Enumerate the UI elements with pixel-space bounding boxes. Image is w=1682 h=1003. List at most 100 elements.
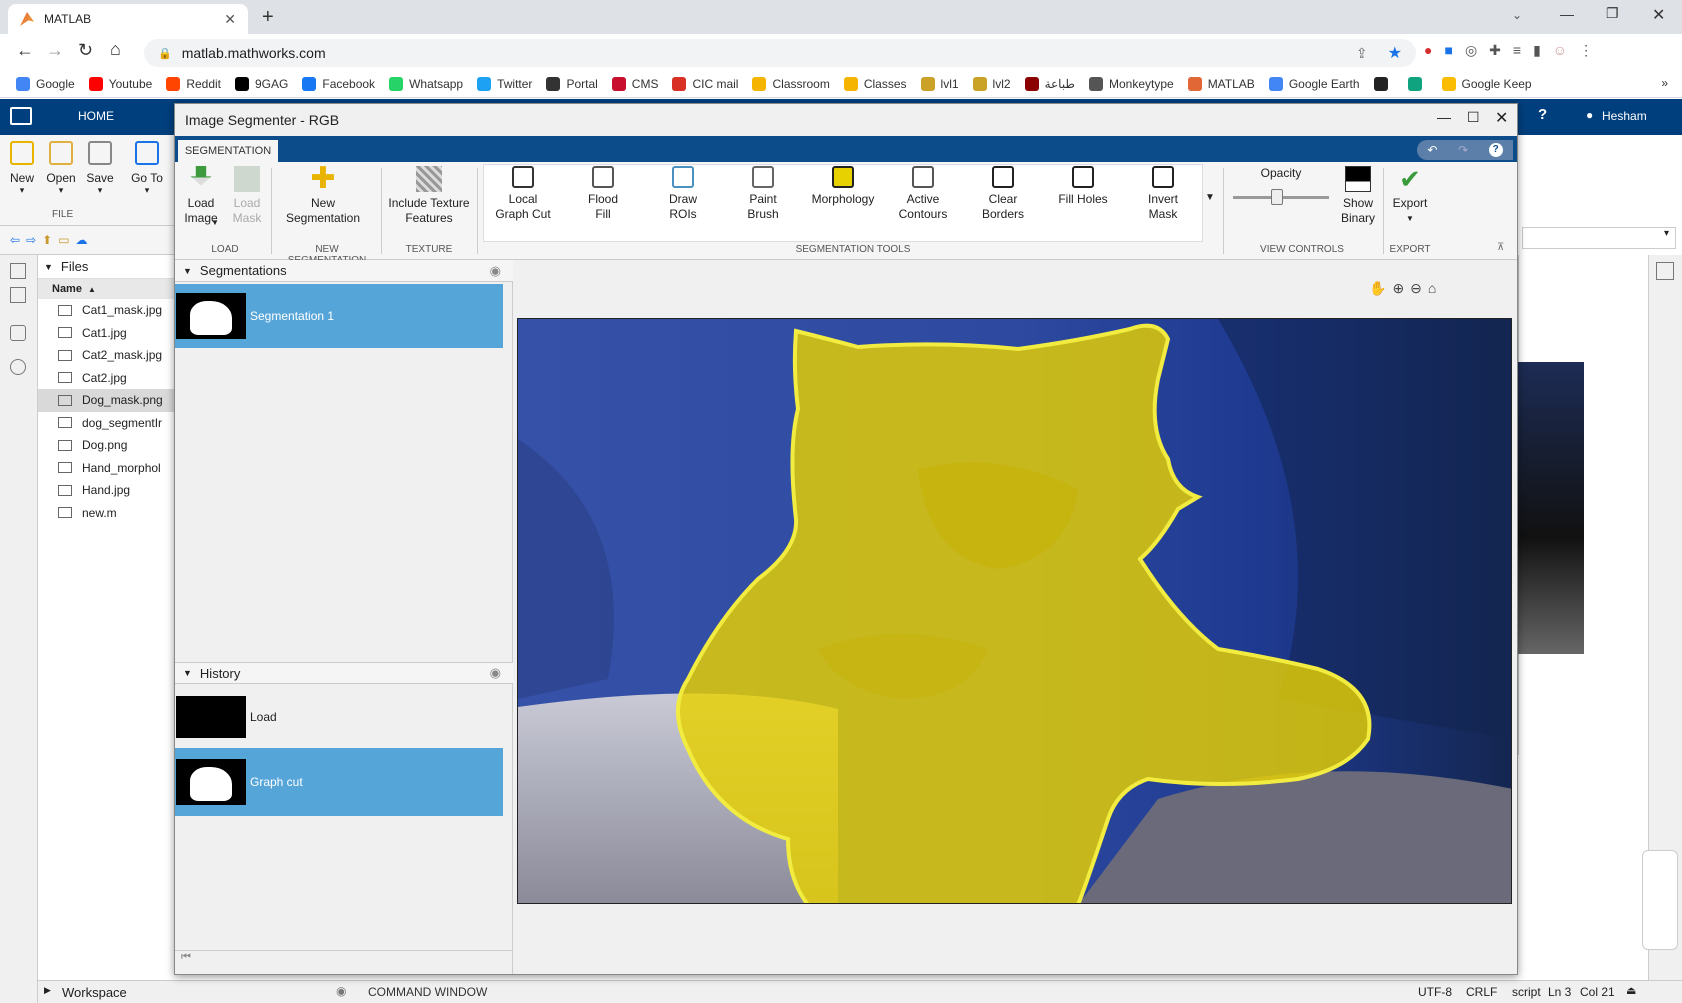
dropdown-icon[interactable]: ▾ (6, 185, 38, 196)
puzzle-extensions-icon[interactable]: ✚ (1489, 42, 1501, 59)
collapse-history-icon[interactable]: ▼ (183, 668, 192, 678)
grid-panel-icon[interactable] (10, 287, 26, 303)
file-row[interactable]: Cat2.jpg (38, 367, 180, 390)
bookmark-item[interactable]: CIC mail (672, 76, 738, 91)
file-row[interactable]: Cat1.jpg (38, 322, 180, 345)
clear-borders-button[interactable]: Clear Borders (967, 166, 1039, 222)
undo-icon[interactable]: ↶ (1427, 143, 1437, 157)
workspace-menu-icon[interactable]: ◉ (336, 984, 346, 998)
file-row[interactable]: Cat1_mask.jpg (38, 299, 180, 322)
load-image-button[interactable]: Load Image ▼ (181, 166, 221, 227)
fill-holes-button[interactable]: Fill Holes (1047, 166, 1119, 207)
tab-search-icon[interactable]: ⌄ (1512, 8, 1522, 22)
bookmark-item[interactable]: Portal (546, 76, 598, 91)
close-tab-icon[interactable]: ✕ (224, 11, 236, 28)
segmentation-item[interactable]: Segmentation 1 (175, 284, 503, 348)
segmentations-options-icon[interactable]: ◉ (490, 263, 501, 279)
command-window-tab[interactable]: COMMAND WINDOW (368, 985, 487, 999)
flood-fill-button[interactable]: Flood Fill (567, 166, 639, 222)
adblock-extension-icon[interactable]: ● (1424, 42, 1432, 59)
new-segmentation-button[interactable]: ✚ New Segmentation (275, 164, 371, 226)
reading-list-icon[interactable]: ≡ (1513, 42, 1521, 59)
toolstrip-goto-button[interactable]: Go To ▾ (131, 141, 163, 196)
bookmark-item[interactable]: lvl1 (920, 76, 959, 91)
opacity-slider-thumb[interactable] (1271, 189, 1283, 205)
load-mask-button[interactable]: Load Mask (227, 166, 267, 226)
redo-icon[interactable]: ↷ (1458, 143, 1468, 157)
editor-toolbar-icon[interactable] (1656, 262, 1674, 280)
expand-workspace-icon[interactable]: ▶ (44, 985, 51, 996)
dropdown-icon[interactable]: ▾ (131, 185, 163, 196)
bookmark-item[interactable]: طباعة (1024, 76, 1075, 91)
bookmark-item[interactable]: lvl2 (972, 76, 1011, 91)
opacity-slider[interactable] (1233, 189, 1329, 205)
left-scroll-bar[interactable]: ⏮ (175, 950, 513, 972)
more-bookmarks-icon[interactable]: » (1661, 76, 1668, 90)
cloud-icon[interactable]: ☁ (76, 233, 88, 247)
file-row[interactable]: Dog_mask.png (38, 389, 180, 412)
dropdown-icon[interactable]: ▾ (45, 185, 77, 196)
gallery-expand-icon[interactable]: ▼ (1205, 192, 1215, 203)
app-help-icon[interactable]: ? (1488, 143, 1503, 157)
show-binary-button[interactable]: Show Binary (1335, 166, 1381, 226)
collapse-ribbon-icon[interactable]: ⊼ (1497, 242, 1504, 253)
paint-brush-button[interactable]: Paint Brush (727, 166, 799, 222)
zoom-out-icon[interactable]: ⊖ (1410, 280, 1422, 297)
file-row[interactable]: Hand.jpg (38, 479, 180, 502)
file-row[interactable]: Cat2_mask.jpg (38, 344, 180, 367)
bookmark-item[interactable]: Google Keep (1441, 76, 1532, 91)
zoom-in-icon[interactable]: ⊕ (1392, 280, 1404, 297)
close-window-icon[interactable]: ✕ (1652, 5, 1665, 25)
bookmark-item[interactable]: Whatsapp (389, 76, 463, 91)
bookmark-item[interactable] (1373, 76, 1394, 91)
bookmark-item[interactable]: Youtube (88, 76, 152, 91)
bookmark-item[interactable]: Google Earth (1268, 76, 1360, 91)
share-icon[interactable]: ⇪ (1356, 45, 1368, 62)
history-options-icon[interactable]: ◉ (490, 665, 501, 681)
file-row[interactable]: Dog.png (38, 434, 180, 457)
toolstrip-folder-button[interactable]: Open ▾ (45, 141, 77, 196)
browser-tab[interactable]: MATLAB ✕ (8, 4, 248, 34)
profile-avatar[interactable]: ☺ (1553, 42, 1567, 59)
restore-icon[interactable]: ❐ (1606, 5, 1619, 22)
bookmark-item[interactable]: Google (16, 76, 75, 91)
app-maximize-icon[interactable]: ☐ (1467, 109, 1480, 126)
history-item-graph-cut[interactable]: Graph cut (175, 748, 503, 816)
home-tab[interactable]: HOME (78, 109, 114, 123)
help-icon[interactable]: ? (1538, 106, 1547, 123)
segmentation-image-canvas[interactable] (517, 318, 1512, 904)
toolstrip-save-button[interactable]: Save ▾ (84, 141, 116, 196)
bookmark-item[interactable]: Classroom (752, 76, 830, 91)
workspace-panel-icon[interactable] (10, 325, 26, 341)
minimize-icon[interactable]: — (1560, 6, 1574, 22)
home-icon[interactable]: ⌂ (110, 39, 121, 60)
bookmark-star-icon[interactable]: ★ (1388, 43, 1402, 63)
app-minimize-icon[interactable]: — (1437, 109, 1451, 125)
bookmark-item[interactable]: Classes (843, 76, 907, 91)
bookmark-item[interactable]: Monkeytype (1088, 76, 1174, 91)
load-dropdown-icon[interactable]: ▼ (211, 215, 219, 230)
status-expand-icon[interactable]: ⏏ (1626, 984, 1636, 997)
user-name[interactable]: Hesham (1602, 109, 1647, 123)
workspace-label[interactable]: Workspace (62, 985, 127, 1000)
side-panel-icon[interactable]: ▮ (1533, 42, 1541, 59)
dropdown-icon[interactable]: ▾ (84, 185, 116, 196)
new-tab-button[interactable]: + (262, 6, 274, 29)
matlab-app-icon[interactable] (10, 107, 32, 125)
toolstrip-plus-button[interactable]: New ▾ (6, 141, 38, 196)
restore-view-icon[interactable]: ⌂ (1428, 280, 1436, 297)
path-field[interactable]: ▾ (1522, 227, 1676, 249)
collapse-segmentations-icon[interactable]: ▼ (183, 266, 192, 276)
reload-icon[interactable]: ↻ (78, 40, 93, 61)
graph-cut-button[interactable]: Local Graph Cut (487, 166, 559, 222)
bookmark-item[interactable]: 9GAG (235, 76, 288, 91)
file-row[interactable]: dog_segmentIr (38, 412, 180, 435)
app-close-icon[interactable]: ✕ (1495, 108, 1508, 128)
segmentation-tab[interactable]: SEGMENTATION (178, 140, 278, 162)
history-panel-icon[interactable] (10, 359, 26, 375)
export-dropdown-icon[interactable]: ▼ (1387, 211, 1433, 226)
up-folder-icon[interactable]: ⬆ (42, 233, 52, 247)
bookmark-item[interactable]: CMS (611, 76, 658, 91)
forward-icon[interactable]: → (46, 40, 64, 61)
collapse-icon[interactable]: ▼ (44, 262, 53, 272)
